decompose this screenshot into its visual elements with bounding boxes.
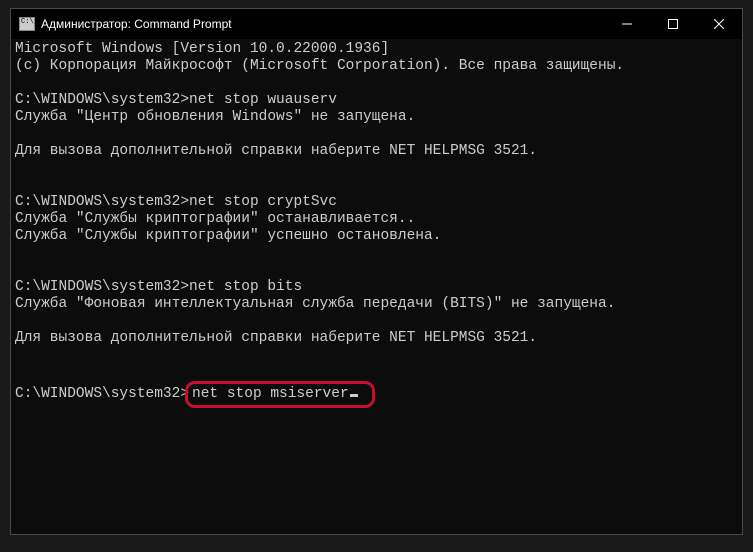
highlighted-command-box: net stop msiserver: [185, 381, 375, 408]
close-icon: [714, 19, 724, 29]
cmd-icon: [19, 17, 35, 31]
response: Служба "Службы криптографии" останавлива…: [15, 211, 415, 227]
text-cursor: [350, 394, 358, 397]
minimize-button[interactable]: [604, 9, 650, 39]
terminal-output[interactable]: Microsoft Windows [Version 10.0.22000.19…: [11, 39, 742, 534]
prompt: C:\WINDOWS\system32>: [15, 194, 189, 210]
command: net stop wuauserv: [189, 92, 337, 108]
help-line: Для вызова дополнительной справки набери…: [15, 330, 537, 346]
maximize-icon: [668, 19, 678, 29]
window-controls: [604, 9, 742, 39]
response: Служба "Службы криптографии" успешно ост…: [15, 228, 441, 244]
response: Служба "Центр обновления Windows" не зап…: [15, 109, 415, 125]
version-line: Microsoft Windows [Version 10.0.22000.19…: [15, 41, 389, 57]
command: net stop bits: [189, 279, 302, 295]
titlebar-left: Администратор: Command Prompt: [11, 17, 604, 31]
response: Служба "Фоновая интеллектуальная служба …: [15, 296, 615, 312]
help-line: Для вызова дополнительной справки набери…: [15, 143, 537, 159]
copyright-line: (c) Корпорация Майкрософт (Microsoft Cor…: [15, 58, 624, 74]
command-prompt-window: Администратор: Command Prompt Microsoft …: [10, 8, 743, 535]
command: net stop cryptSvc: [189, 194, 337, 210]
prompt: C:\WINDOWS\system32>: [15, 92, 189, 108]
maximize-button[interactable]: [650, 9, 696, 39]
window-title: Администратор: Command Prompt: [41, 17, 232, 31]
prompt: C:\WINDOWS\system32>: [15, 279, 189, 295]
prompt: C:\WINDOWS\system32>: [15, 386, 189, 402]
close-button[interactable]: [696, 9, 742, 39]
titlebar[interactable]: Администратор: Command Prompt: [11, 9, 742, 39]
minimize-icon: [622, 19, 632, 29]
command: net stop msiserver: [192, 386, 349, 402]
